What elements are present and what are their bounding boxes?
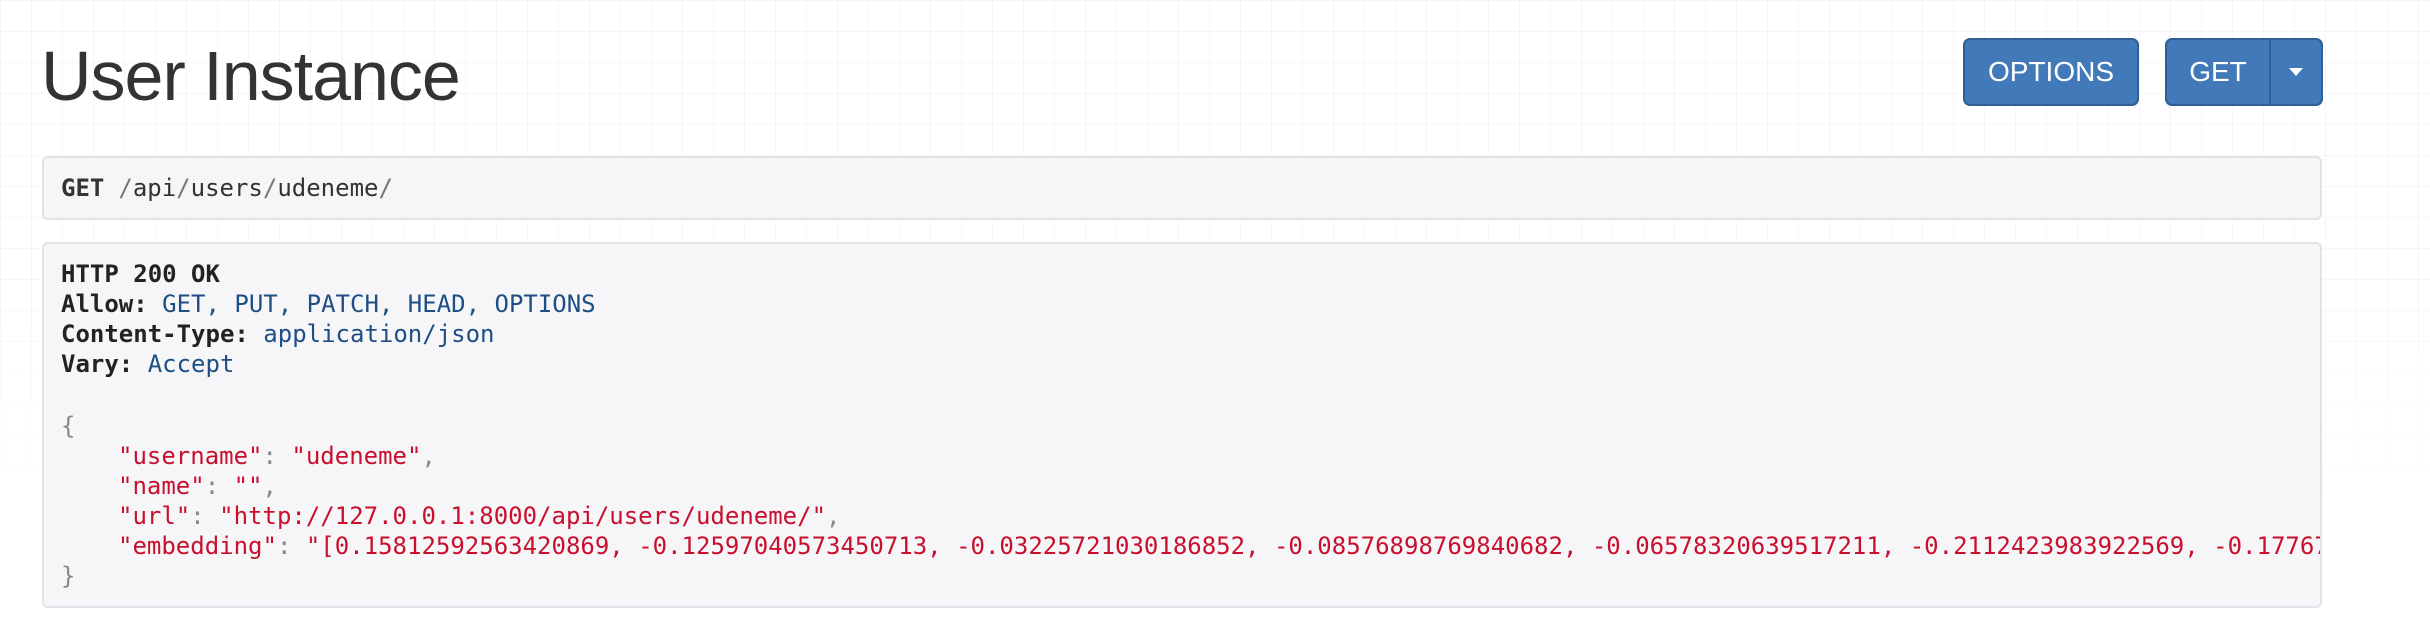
header-value: GET, PUT, PATCH, HEAD, OPTIONS: [162, 290, 596, 318]
path-separator: /: [262, 174, 278, 202]
json-key: "url": [118, 502, 191, 530]
json-key: "username": [118, 442, 263, 470]
json-key: "name": [118, 472, 205, 500]
json-field-row: "name": "",: [118, 472, 277, 500]
json-value: "udeneme": [291, 442, 422, 470]
get-button[interactable]: GET: [2167, 40, 2271, 104]
header-value: Accept: [147, 350, 235, 378]
json-open-brace: {: [61, 412, 76, 440]
header-key: Content-Type:: [61, 320, 249, 348]
response-header-row: Vary: Accept: [61, 349, 2320, 379]
json-close-brace: }: [61, 562, 76, 590]
json-field-row: "username": "udeneme",: [118, 442, 436, 470]
json-key: "embedding": [118, 532, 277, 560]
request-method: GET: [61, 174, 105, 202]
json-value: "[0.15812592563420869, -0.12597040573450…: [305, 532, 2322, 560]
get-format-dropdown-toggle[interactable]: [2271, 40, 2321, 104]
path-segment: udeneme: [277, 174, 379, 202]
chevron-down-icon: [2289, 68, 2303, 76]
response-status: HTTP 200 OK: [61, 260, 220, 288]
header-key: Vary:: [61, 350, 134, 378]
path-separator: /: [378, 174, 393, 202]
response-panel: HTTP 200 OK Allow: GET, PUT, PATCH, HEAD…: [42, 242, 2322, 608]
response-header-row: Content-Type: application/json: [61, 319, 2320, 349]
json-field-row: "embedding": "[0.15812592563420869, -0.1…: [61, 531, 2320, 561]
get-button-group: GET: [2165, 38, 2323, 106]
response-status-line: HTTP 200 OK: [61, 259, 2320, 289]
header-value: application/json: [263, 320, 495, 348]
json-value: "http://127.0.0.1:8000/api/users/udeneme…: [219, 502, 827, 530]
request-line: GET / api / users / udeneme /: [42, 156, 2322, 220]
path-segment: users: [190, 174, 263, 202]
header-key: Allow:: [61, 290, 148, 318]
path-separator: /: [176, 174, 191, 202]
options-button[interactable]: OPTIONS: [1963, 38, 2139, 106]
response-header-row: Allow: GET, PUT, PATCH, HEAD, OPTIONS: [61, 289, 2320, 319]
json-value: "": [233, 472, 263, 500]
path-separator: /: [118, 174, 133, 202]
json-field-row: "url": "http://127.0.0.1:8000/api/users/…: [118, 502, 841, 530]
page-title: User Instance: [41, 37, 461, 115]
path-segment: api: [132, 174, 177, 202]
